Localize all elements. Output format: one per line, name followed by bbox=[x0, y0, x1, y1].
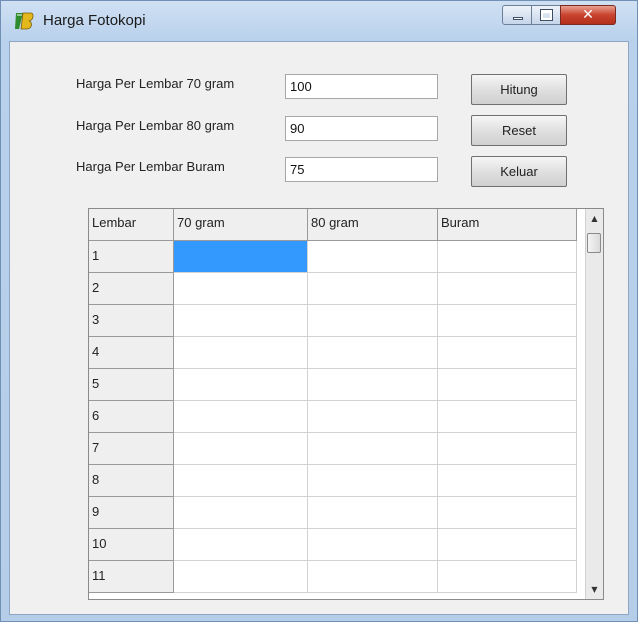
grid-cell-buram[interactable] bbox=[438, 337, 577, 369]
column-header-70-gram[interactable]: 70 gram bbox=[174, 209, 308, 241]
row-header[interactable]: 2 bbox=[89, 273, 174, 305]
grid-cell-buram[interactable] bbox=[438, 369, 577, 401]
grid-cell-80-gram[interactable] bbox=[308, 401, 438, 433]
row-header[interactable]: 7 bbox=[89, 433, 174, 465]
label-harga-80: Harga Per Lembar 80 gram bbox=[76, 118, 235, 133]
row-header[interactable]: 6 bbox=[89, 401, 174, 433]
grid-cell-buram[interactable] bbox=[438, 465, 577, 497]
app-logo-icon bbox=[15, 12, 34, 30]
row-header[interactable]: 9 bbox=[89, 497, 174, 529]
grid-cell-buram[interactable] bbox=[438, 305, 577, 337]
row-header[interactable]: 1 bbox=[89, 241, 174, 273]
grid-cell-70-gram[interactable] bbox=[174, 401, 308, 433]
grid-cell-70-gram[interactable] bbox=[174, 369, 308, 401]
column-header-buram[interactable]: Buram bbox=[438, 209, 577, 241]
input-harga-buram[interactable]: 75 bbox=[285, 157, 438, 182]
reset-button[interactable]: Reset bbox=[471, 115, 567, 146]
keluar-button[interactable]: Keluar bbox=[471, 156, 567, 187]
grid-cell-70-gram[interactable] bbox=[174, 305, 308, 337]
grid-cell-buram[interactable] bbox=[438, 401, 577, 433]
grid-cell-80-gram[interactable] bbox=[308, 561, 438, 593]
grid-cell-buram[interactable] bbox=[438, 273, 577, 305]
grid-cell-80-gram[interactable] bbox=[308, 241, 438, 273]
grid-cell-70-gram[interactable] bbox=[174, 465, 308, 497]
grid-cell-80-gram[interactable] bbox=[308, 465, 438, 497]
grid-cell-buram[interactable] bbox=[438, 497, 577, 529]
grid-cell-70-gram[interactable] bbox=[174, 529, 308, 561]
grid-cell-80-gram[interactable] bbox=[308, 369, 438, 401]
close-icon: ✕ bbox=[582, 7, 594, 23]
row-header[interactable]: 8 bbox=[89, 465, 174, 497]
row-header[interactable]: 10 bbox=[89, 529, 174, 561]
grid-cell-buram[interactable] bbox=[438, 561, 577, 593]
input-harga-70[interactable]: 100 bbox=[285, 74, 438, 99]
grid-cell-70-gram[interactable] bbox=[174, 433, 308, 465]
grid-cell-80-gram[interactable] bbox=[308, 529, 438, 561]
grid-cell-buram[interactable] bbox=[438, 529, 577, 561]
minimize-icon bbox=[513, 17, 523, 20]
scroll-down-icon[interactable]: ▼ bbox=[586, 581, 603, 598]
grid-cell-70-gram[interactable] bbox=[174, 497, 308, 529]
row-header[interactable]: 5 bbox=[89, 369, 174, 401]
grid-cell-80-gram[interactable] bbox=[308, 273, 438, 305]
row-header[interactable]: 11 bbox=[89, 561, 174, 593]
close-button[interactable]: ✕ bbox=[560, 5, 616, 25]
grid-cell-80-gram[interactable] bbox=[308, 497, 438, 529]
maximize-button[interactable] bbox=[531, 5, 561, 25]
grid-cell-buram[interactable] bbox=[438, 241, 577, 273]
label-harga-70: Harga Per Lembar 70 gram bbox=[76, 76, 235, 91]
scroll-up-icon[interactable]: ▲ bbox=[586, 210, 603, 227]
vertical-scrollbar[interactable]: ▲ ▼ bbox=[585, 209, 603, 599]
grid-cell-80-gram[interactable] bbox=[308, 337, 438, 369]
grid-cell-80-gram[interactable] bbox=[308, 433, 438, 465]
minimize-button[interactable] bbox=[502, 5, 532, 25]
data-grid[interactable]: Lembar 70 gram 80 gram Buram 1 2 3 4 5 6 7 8 9 10… bbox=[88, 208, 604, 600]
grid-cell-buram[interactable] bbox=[438, 433, 577, 465]
maximize-icon bbox=[540, 9, 553, 21]
hitung-button[interactable]: Hitung bbox=[471, 74, 567, 105]
row-header[interactable]: 3 bbox=[89, 305, 174, 337]
app-window: Harga Fotokopi ✕ Harga Per Lembar 70 gra… bbox=[0, 0, 638, 622]
scrollbar-thumb[interactable] bbox=[587, 233, 601, 253]
grid-cell-70-gram[interactable] bbox=[174, 561, 308, 593]
grid-cell-80-gram[interactable] bbox=[308, 305, 438, 337]
input-harga-80[interactable]: 90 bbox=[285, 116, 438, 141]
grid-cell-70-gram[interactable] bbox=[174, 337, 308, 369]
column-header-lembar[interactable]: Lembar bbox=[89, 209, 174, 241]
column-header-80-gram[interactable]: 80 gram bbox=[308, 209, 438, 241]
row-header[interactable]: 4 bbox=[89, 337, 174, 369]
form-client-area: Harga Per Lembar 70 gram Harga Per Lemba… bbox=[9, 41, 629, 615]
grid-cell-70-gram[interactable] bbox=[174, 273, 308, 305]
window-title: Harga Fotokopi bbox=[43, 12, 146, 29]
label-harga-buram: Harga Per Lembar Buram bbox=[76, 159, 225, 174]
title-bar[interactable]: Harga Fotokopi ✕ bbox=[1, 1, 637, 41]
grid-cell-selected[interactable] bbox=[174, 241, 308, 273]
